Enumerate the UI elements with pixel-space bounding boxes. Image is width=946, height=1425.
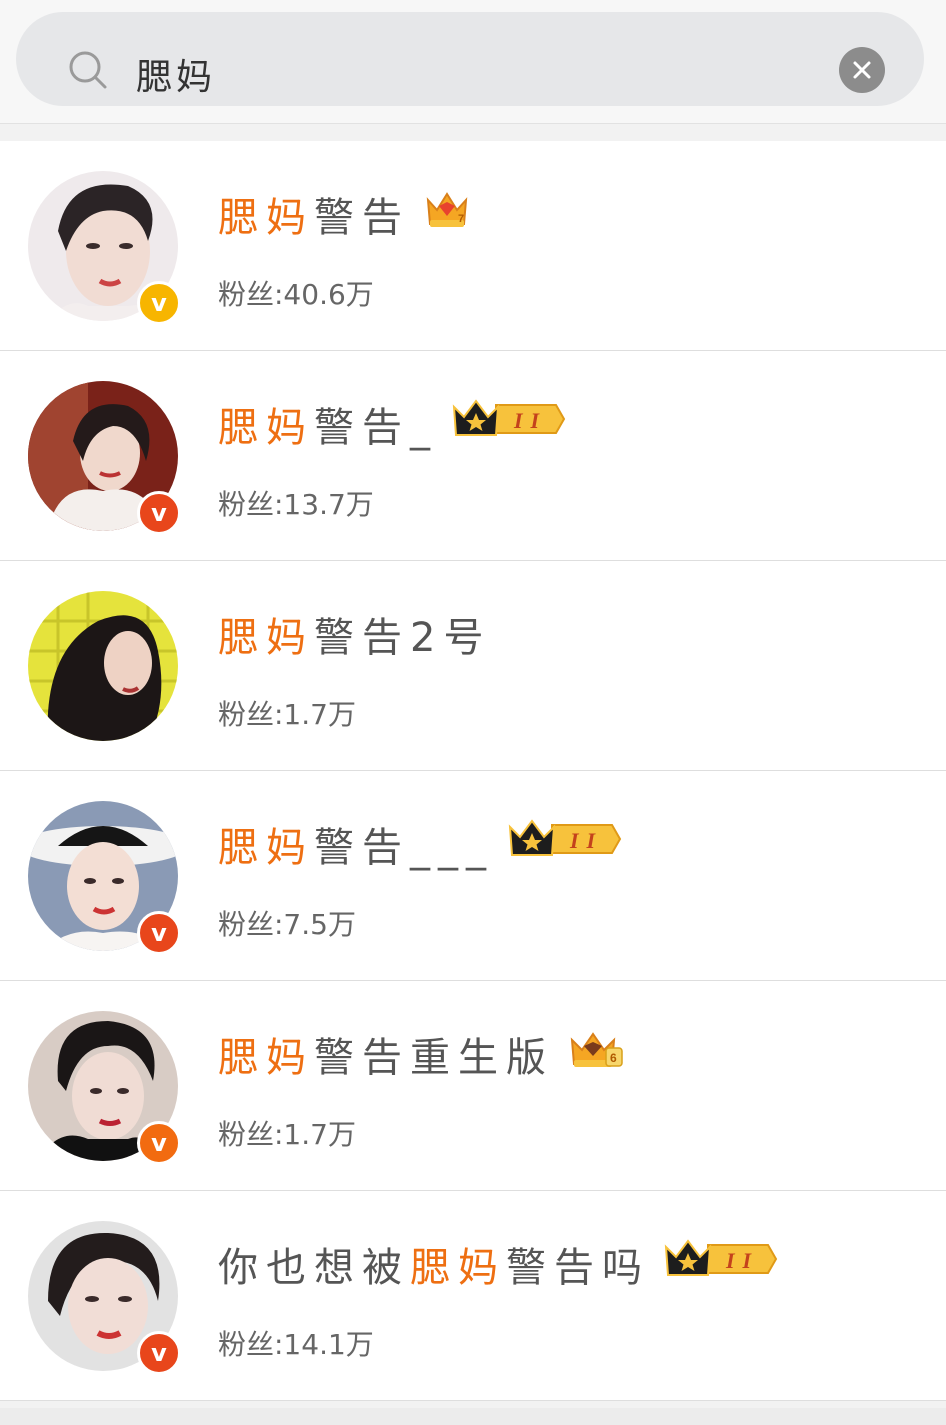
verified-badge-icon: v <box>137 281 181 325</box>
bottom-divider <box>0 1408 946 1425</box>
clear-search-button[interactable] <box>839 47 885 93</box>
user-results-list: v 腮妈 警告 7 粉丝:40.6万 v 腮妈 警告_ II 粉丝:13.7万 … <box>0 141 946 1401</box>
user-name[interactable]: 腮妈 警告_ II <box>218 395 566 453</box>
user-result-row[interactable]: v 腮妈 警告 7 粉丝:40.6万 <box>0 141 946 351</box>
user-result-row[interactable]: v 腮妈 警告___ II 粉丝:7.5万 <box>0 771 946 981</box>
close-icon <box>853 61 871 79</box>
verified-badge-icon: v <box>137 491 181 535</box>
fan-count: 粉丝:13.7万 <box>218 488 374 521</box>
search-input[interactable]: 腮妈 <box>136 48 216 100</box>
svg-text:6: 6 <box>610 1051 624 1065</box>
avatar[interactable] <box>28 591 178 741</box>
user-result-row[interactable]: v 腮妈 警告重生版 6 粉丝:1.7万 <box>0 981 946 1191</box>
svg-text:7: 7 <box>458 213 470 225</box>
top-bar: 腮妈 <box>0 0 946 124</box>
svg-text:II: II <box>725 1248 759 1273</box>
black-crown-II-icon: II <box>452 399 566 449</box>
user-result-row[interactable]: v 你也想被 腮妈 警告吗 II 粉丝:14.1万 <box>0 1191 946 1401</box>
gold-crown-7-icon: 7 <box>424 188 470 240</box>
user-name[interactable]: 腮妈 警告2号 <box>218 605 491 663</box>
user-name[interactable]: 腮妈 警告重生版 6 <box>218 1025 624 1083</box>
svg-text:II: II <box>513 408 547 433</box>
user-result-row[interactable]: 腮妈 警告2号 粉丝:1.7万 <box>0 561 946 771</box>
black-crown-II-icon: II <box>664 1239 778 1289</box>
fan-count: 粉丝:40.6万 <box>218 278 374 311</box>
fan-count: 粉丝:1.7万 <box>218 1118 356 1151</box>
user-name[interactable]: 你也想被 腮妈 警告吗 II <box>218 1235 778 1293</box>
fan-count: 粉丝:7.5万 <box>218 908 356 941</box>
user-name[interactable]: 腮妈 警告___ II <box>218 815 622 873</box>
verified-badge-icon: v <box>137 911 181 955</box>
gold-crown-6-icon: 6 <box>568 1028 624 1080</box>
user-result-row[interactable]: v 腮妈 警告_ II 粉丝:13.7万 <box>0 351 946 561</box>
fan-count: 粉丝:1.7万 <box>218 698 356 731</box>
search-bar[interactable]: 腮妈 <box>16 12 924 106</box>
verified-badge-icon: v <box>137 1121 181 1165</box>
fan-count: 粉丝:14.1万 <box>218 1328 374 1361</box>
black-crown-II-icon: II <box>508 819 622 869</box>
search-icon <box>68 50 108 94</box>
verified-badge-icon: v <box>137 1331 181 1375</box>
user-name[interactable]: 腮妈 警告 7 <box>218 185 470 243</box>
svg-text:II: II <box>569 828 603 853</box>
